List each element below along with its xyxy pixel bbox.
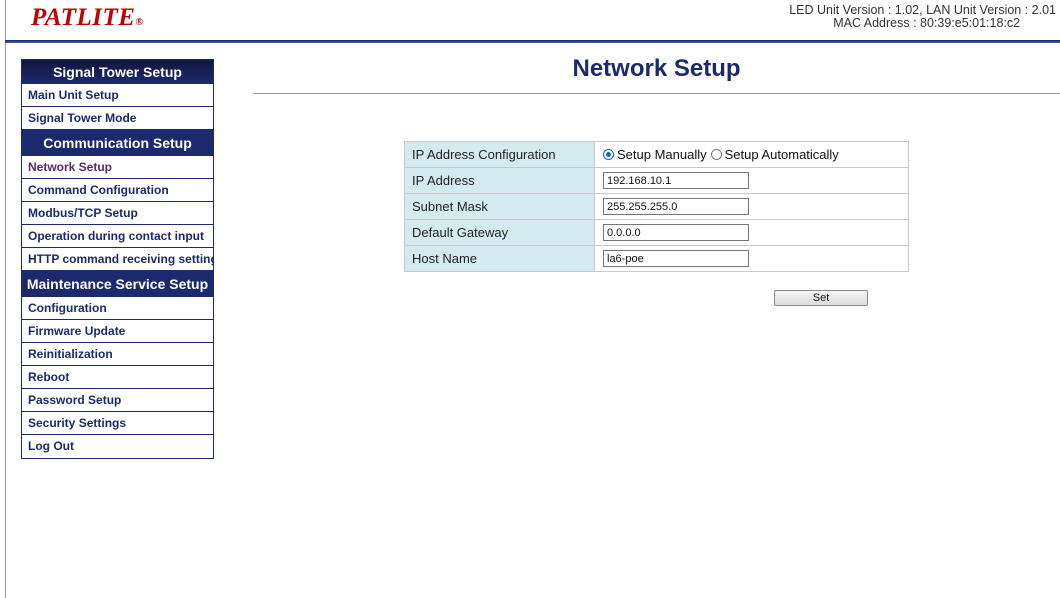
subnet-mask-label: Subnet Mask xyxy=(404,193,595,220)
sidebar-item-command-configuration[interactable]: Command Configuration xyxy=(22,179,213,202)
sidebar-item-security-settings[interactable]: Security Settings xyxy=(22,412,213,435)
sidebar-menu: Signal Tower Setup Main Unit Setup Signa… xyxy=(21,59,214,459)
ip-config-label: IP Address Configuration xyxy=(404,141,595,168)
host-name-value-cell xyxy=(594,245,909,272)
sidebar-item-signal-tower-mode[interactable]: Signal Tower Mode xyxy=(22,107,213,130)
form-row-host-name: Host Name xyxy=(404,245,909,272)
host-name-label: Host Name xyxy=(404,245,595,272)
ip-config-radio-group: Setup Manually Setup Automatically xyxy=(603,147,908,162)
form-row-ip-address: IP Address xyxy=(404,167,909,194)
logo-text: PATLITE xyxy=(31,4,136,31)
radio-selected-icon[interactable] xyxy=(603,149,614,160)
ip-config-value-cell: Setup Manually Setup Automatically xyxy=(594,141,909,168)
sidebar-section-communication-setup: Communication Setup xyxy=(22,130,213,156)
network-setup-form: IP Address Configuration Setup Manually … xyxy=(404,141,909,272)
header-divider xyxy=(5,40,1060,43)
host-name-input[interactable] xyxy=(603,250,749,268)
default-gateway-value-cell xyxy=(594,219,909,246)
version-info: LED Unit Version : 1.02, LAN Unit Versio… xyxy=(789,4,1056,30)
sidebar-item-password-setup[interactable]: Password Setup xyxy=(22,389,213,412)
set-button[interactable]: Set xyxy=(774,290,868,306)
patlite-logo: PATLITE® xyxy=(31,4,143,32)
header: PATLITE® LED Unit Version : 1.02, LAN Un… xyxy=(0,0,1060,43)
default-gateway-input[interactable] xyxy=(603,224,749,242)
sidebar-item-reinitialization[interactable]: Reinitialization xyxy=(22,343,213,366)
title-divider xyxy=(253,93,1060,94)
subnet-mask-value-cell xyxy=(594,193,909,220)
logo-registered-mark: ® xyxy=(135,17,144,28)
sidebar-item-reboot[interactable]: Reboot xyxy=(22,366,213,389)
ip-address-value-cell xyxy=(594,167,909,194)
subnet-mask-input[interactable] xyxy=(603,198,749,216)
left-border-line xyxy=(5,0,6,598)
page-title: Network Setup xyxy=(572,55,741,82)
form-row-default-gateway: Default Gateway xyxy=(404,219,909,246)
radio-label-setup-automatically[interactable]: Setup Automatically xyxy=(725,147,839,162)
sidebar-item-configuration[interactable]: Configuration xyxy=(22,297,213,320)
ip-address-label: IP Address xyxy=(404,167,595,194)
sidebar-item-operation-during-contact-input[interactable]: Operation during contact input xyxy=(22,225,213,248)
sidebar-item-log-out[interactable]: Log Out xyxy=(22,435,213,458)
form-row-ip-config: IP Address Configuration Setup Manually … xyxy=(404,141,909,168)
sidebar-item-http-command-receiving-settings[interactable]: HTTP command receiving settings xyxy=(22,248,213,271)
mac-address-text: MAC Address : 80:39:e5:01:18:c2 xyxy=(833,16,1021,30)
radio-unselected-icon[interactable] xyxy=(710,149,722,160)
ip-address-input[interactable] xyxy=(603,172,749,190)
radio-label-setup-manually[interactable]: Setup Manually xyxy=(617,147,707,162)
sidebar-item-network-setup[interactable]: Network Setup xyxy=(22,156,213,179)
sidebar-item-modbus-tcp-setup[interactable]: Modbus/TCP Setup xyxy=(22,202,213,225)
sidebar-item-firmware-update[interactable]: Firmware Update xyxy=(22,320,213,343)
form-row-subnet-mask: Subnet Mask xyxy=(404,193,909,220)
sidebar-section-maintenance-service-setup: Maintenance Service Setup xyxy=(22,271,213,297)
sidebar-item-main-unit-setup[interactable]: Main Unit Setup xyxy=(22,84,213,107)
default-gateway-label: Default Gateway xyxy=(404,219,595,246)
sidebar-section-signal-tower-setup: Signal Tower Setup xyxy=(22,60,213,84)
